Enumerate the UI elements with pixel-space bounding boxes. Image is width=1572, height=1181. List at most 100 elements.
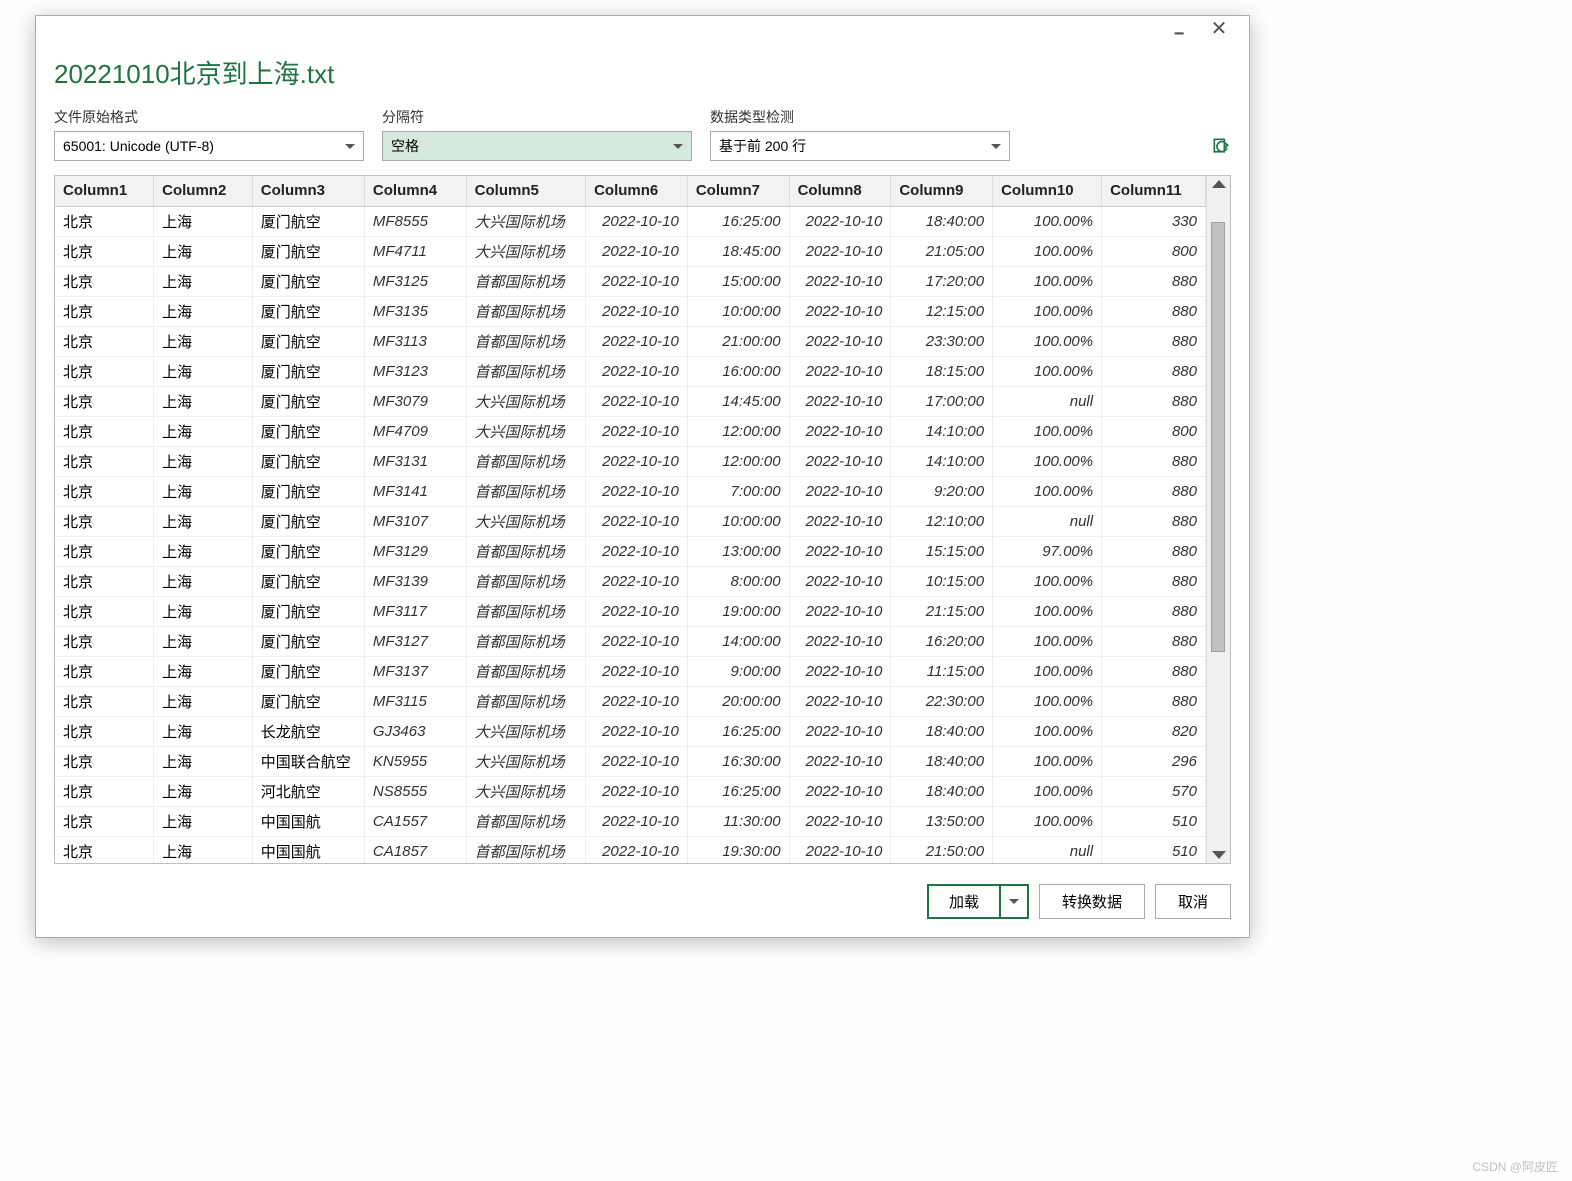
- table-cell: 18:15:00: [891, 356, 993, 386]
- table-cell: 12:00:00: [687, 416, 789, 446]
- cancel-button[interactable]: 取消: [1155, 884, 1231, 919]
- table-row[interactable]: 北京上海厦门航空MF3135首都国际机场2022-10-1010:00:0020…: [55, 296, 1206, 326]
- column-header[interactable]: Column3: [252, 176, 364, 206]
- table-cell: 中国国航: [252, 836, 364, 863]
- table-cell: 上海: [154, 476, 253, 506]
- table-cell: MF3123: [364, 356, 466, 386]
- refresh-button[interactable]: [1211, 134, 1231, 158]
- table-cell: 2022-10-10: [586, 356, 688, 386]
- load-button[interactable]: 加载: [927, 884, 999, 919]
- load-dropdown-button[interactable]: [999, 884, 1029, 919]
- table-cell: 上海: [154, 446, 253, 476]
- table-cell: 厦门航空: [252, 236, 364, 266]
- detect-dropdown[interactable]: 基于前 200 行: [710, 131, 1010, 161]
- column-header[interactable]: Column2: [154, 176, 253, 206]
- table-row[interactable]: 北京上海厦门航空MF3079大兴国际机场2022-10-1014:45:0020…: [55, 386, 1206, 416]
- table-cell: 510: [1102, 806, 1206, 836]
- table-cell: 2022-10-10: [789, 506, 891, 536]
- table-cell: 880: [1102, 476, 1206, 506]
- table-row[interactable]: 北京上海中国国航CA1857首都国际机场2022-10-1019:30:0020…: [55, 836, 1206, 863]
- table-row[interactable]: 北京上海厦门航空MF3107大兴国际机场2022-10-1010:00:0020…: [55, 506, 1206, 536]
- table-row[interactable]: 北京上海厦门航空MF3137首都国际机场2022-10-109:00:00202…: [55, 656, 1206, 686]
- table-cell: 上海: [154, 656, 253, 686]
- table-cell: 100.00%: [993, 656, 1102, 686]
- table-cell: 上海: [154, 746, 253, 776]
- table-cell: 北京: [55, 446, 154, 476]
- table-cell: 2022-10-10: [586, 446, 688, 476]
- table-cell: 880: [1102, 596, 1206, 626]
- column-header[interactable]: Column6: [586, 176, 688, 206]
- column-header[interactable]: Column1: [55, 176, 154, 206]
- table-row[interactable]: 北京上海厦门航空MF8555大兴国际机场2022-10-1016:25:0020…: [55, 206, 1206, 236]
- table-cell: 880: [1102, 686, 1206, 716]
- vertical-scrollbar[interactable]: [1206, 176, 1230, 863]
- table-cell: 上海: [154, 236, 253, 266]
- table-row[interactable]: 北京上海厦门航空MF3131首都国际机场2022-10-1012:00:0020…: [55, 446, 1206, 476]
- scroll-up-icon[interactable]: [1212, 180, 1226, 188]
- table-cell: 2022-10-10: [789, 476, 891, 506]
- table-cell: 19:00:00: [687, 596, 789, 626]
- table-cell: 北京: [55, 716, 154, 746]
- close-button[interactable]: ✕: [1199, 22, 1239, 48]
- table-row[interactable]: 北京上海长龙航空GJ3463大兴国际机场2022-10-1016:25:0020…: [55, 716, 1206, 746]
- minimize-button[interactable]: 🗕: [1159, 22, 1199, 48]
- column-header[interactable]: Column8: [789, 176, 891, 206]
- table-row[interactable]: 北京上海厦门航空MF3115首都国际机场2022-10-1020:00:0020…: [55, 686, 1206, 716]
- table-cell: 厦门航空: [252, 386, 364, 416]
- column-header[interactable]: Column7: [687, 176, 789, 206]
- table-cell: 2022-10-10: [789, 686, 891, 716]
- table-cell: 2022-10-10: [586, 506, 688, 536]
- table-cell: 上海: [154, 566, 253, 596]
- table-row[interactable]: 北京上海厦门航空MF3113首都国际机场2022-10-1021:00:0020…: [55, 326, 1206, 356]
- watermark: CSDN @阿皮匠: [1472, 1158, 1558, 1175]
- table-cell: MF3137: [364, 656, 466, 686]
- table-row[interactable]: 北京上海中国联合航空KN5955大兴国际机场2022-10-1016:30:00…: [55, 746, 1206, 776]
- table-cell: 北京: [55, 416, 154, 446]
- table-cell: 2022-10-10: [789, 836, 891, 863]
- table-cell: 上海: [154, 536, 253, 566]
- table-cell: 首都国际机场: [466, 626, 585, 656]
- table-cell: 北京: [55, 206, 154, 236]
- delimiter-dropdown[interactable]: 空格: [382, 131, 692, 161]
- table-row[interactable]: 北京上海厦门航空MF4711大兴国际机场2022-10-1018:45:0020…: [55, 236, 1206, 266]
- scroll-down-icon[interactable]: [1212, 851, 1226, 859]
- table-cell: 880: [1102, 446, 1206, 476]
- table-cell: 2022-10-10: [789, 236, 891, 266]
- table-cell: 北京: [55, 836, 154, 863]
- column-header[interactable]: Column5: [466, 176, 585, 206]
- table-row[interactable]: 北京上海厦门航空MF3129首都国际机场2022-10-1013:00:0020…: [55, 536, 1206, 566]
- column-header[interactable]: Column11: [1102, 176, 1206, 206]
- table-row[interactable]: 北京上海厦门航空MF3125首都国际机场2022-10-1015:00:0020…: [55, 266, 1206, 296]
- table-row[interactable]: 北京上海厦门航空MF3117首都国际机场2022-10-1019:00:0020…: [55, 596, 1206, 626]
- table-cell: 10:15:00: [891, 566, 993, 596]
- table-cell: 2022-10-10: [789, 596, 891, 626]
- file-format-dropdown[interactable]: 65001: Unicode (UTF-8): [54, 131, 364, 161]
- table-cell: MF3113: [364, 326, 466, 356]
- table-row[interactable]: 北京上海河北航空NS8555大兴国际机场2022-10-1016:25:0020…: [55, 776, 1206, 806]
- table-cell: 上海: [154, 356, 253, 386]
- table-cell: 首都国际机场: [466, 836, 585, 863]
- table-cell: 2022-10-10: [586, 476, 688, 506]
- table-row[interactable]: 北京上海厦门航空MF3127首都国际机场2022-10-1014:00:0020…: [55, 626, 1206, 656]
- table-cell: 首都国际机场: [466, 806, 585, 836]
- table-cell: 100.00%: [993, 566, 1102, 596]
- table-row[interactable]: 北京上海厦门航空MF3141首都国际机场2022-10-107:00:00202…: [55, 476, 1206, 506]
- table-row[interactable]: 北京上海厦门航空MF3139首都国际机场2022-10-108:00:00202…: [55, 566, 1206, 596]
- table-cell: 厦门航空: [252, 536, 364, 566]
- column-header[interactable]: Column10: [993, 176, 1102, 206]
- table-cell: MF3127: [364, 626, 466, 656]
- table-cell: 厦门航空: [252, 686, 364, 716]
- table-cell: 18:40:00: [891, 746, 993, 776]
- table-cell: 880: [1102, 536, 1206, 566]
- table-cell: 18:40:00: [891, 716, 993, 746]
- table-cell: 厦门航空: [252, 506, 364, 536]
- table-row[interactable]: 北京上海厦门航空MF4709大兴国际机场2022-10-1012:00:0020…: [55, 416, 1206, 446]
- column-header[interactable]: Column4: [364, 176, 466, 206]
- scrollbar-thumb[interactable]: [1211, 222, 1225, 652]
- table-cell: 首都国际机场: [466, 266, 585, 296]
- table-cell: MF3079: [364, 386, 466, 416]
- table-row[interactable]: 北京上海中国国航CA1557首都国际机场2022-10-1011:30:0020…: [55, 806, 1206, 836]
- table-row[interactable]: 北京上海厦门航空MF3123首都国际机场2022-10-1016:00:0020…: [55, 356, 1206, 386]
- column-header[interactable]: Column9: [891, 176, 993, 206]
- transform-button[interactable]: 转换数据: [1039, 884, 1145, 919]
